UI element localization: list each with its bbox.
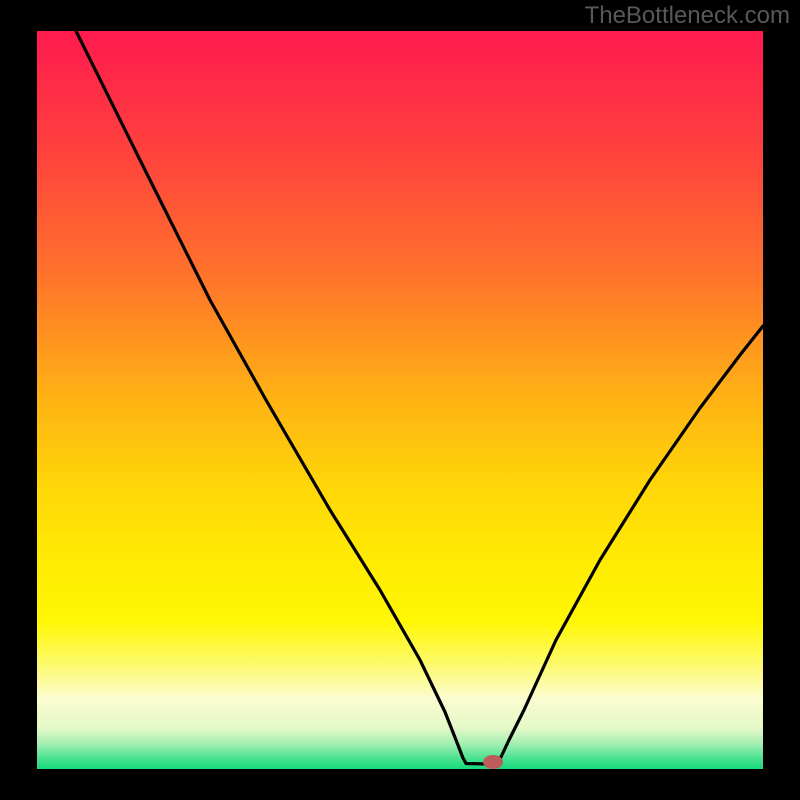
attribution-label: TheBottleneck.com (585, 2, 790, 30)
bottleneck-chart (0, 0, 800, 800)
plot-background (37, 31, 763, 769)
optimal-point-marker (483, 755, 503, 769)
chart-container: TheBottleneck.com (0, 0, 800, 800)
